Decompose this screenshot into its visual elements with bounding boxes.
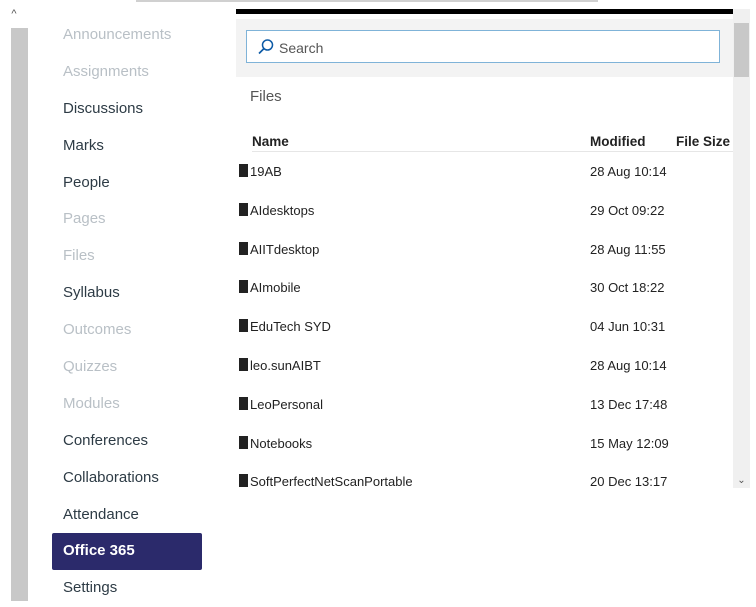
folder-icon	[239, 241, 248, 255]
nav-item-discussions[interactable]: Discussions	[52, 91, 202, 128]
nav-item-pages: Pages	[63, 210, 106, 228]
file-modified: 28 Aug 11:55	[590, 241, 666, 257]
nav-item-people[interactable]: People	[52, 165, 202, 202]
folder-icon	[239, 164, 248, 177]
file-modified: 04 Jun 10:31	[590, 319, 666, 335]
file-name[interactable]: SoftPerfectNetScanPortable	[250, 474, 413, 488]
column-header-modified[interactable]: Modified	[590, 134, 646, 149]
nav-item-syllabus[interactable]: Syllabus	[52, 275, 202, 312]
page-scrollbar[interactable]: ^	[0, 0, 28, 601]
files-panel: Files Name Modified File Size 19AB 28 Aug…	[236, 9, 733, 488]
folder-icon	[239, 435, 248, 449]
scroll-down-icon[interactable]: ⌄	[735, 475, 748, 487]
course-navigation: Announcements Assignments Discussions Marks…	[52, 17, 202, 607]
file-row[interactable]: AIdesktops 29 Oct 09:22	[236, 193, 733, 232]
nav-item-attendance[interactable]: Attendance	[52, 497, 202, 534]
folder-icon	[239, 357, 248, 371]
nav-item-conferences[interactable]: Conferences	[52, 423, 202, 460]
files-list: 19AB 28 Aug 10:14 AIdesktops 29 Oct 09:22 AI…	[236, 154, 733, 488]
file-modified: 28 Aug 10:14	[590, 164, 667, 179]
file-row[interactable]: EduTech SYD 04 Jun 10:31	[236, 309, 733, 348]
search-icon	[258, 39, 274, 55]
file-row[interactable]: LeoPersonal 13 Dec 17:48	[236, 387, 733, 426]
nav-item-quizzes: Quizzes	[63, 358, 118, 376]
file-name[interactable]: Notebooks	[250, 436, 312, 451]
file-name[interactable]: AIITdesktop	[250, 242, 319, 257]
nav-item-outcomes: Outcomes	[63, 321, 132, 339]
file-row[interactable]: AIITdesktop 28 Aug 11:55	[236, 232, 733, 271]
search-bar-area	[236, 19, 733, 77]
file-row[interactable]: Notebooks 15 May 12:09	[236, 426, 733, 465]
file-row[interactable]: SoftPerfectNetScanPortable 20 Dec 13:17	[236, 464, 733, 488]
scroll-up-icon[interactable]: ^	[8, 8, 20, 20]
files-scrollbar[interactable]: ⌄	[733, 9, 750, 488]
file-name[interactable]: AImobile	[250, 280, 301, 295]
file-name[interactable]: AIdesktops	[250, 203, 314, 218]
file-name[interactable]: leo.sunAIBT	[250, 358, 321, 373]
nav-item-files: Files	[63, 247, 95, 265]
top-divider	[136, 0, 598, 2]
file-name[interactable]: EduTech SYD	[250, 319, 331, 334]
file-row[interactable]: leo.sunAIBT 28 Aug 10:14	[236, 348, 733, 387]
search-input[interactable]	[277, 31, 711, 64]
header-divider	[252, 151, 733, 152]
nav-item-announcements: Announcements	[63, 26, 172, 43]
column-header-name[interactable]: Name	[252, 134, 289, 149]
page-scrollbar-thumb[interactable]	[11, 28, 28, 601]
file-name[interactable]: LeoPersonal	[250, 397, 323, 412]
folder-icon	[239, 202, 248, 216]
search-box[interactable]	[246, 30, 720, 64]
nav-item-marks[interactable]: Marks	[52, 128, 202, 165]
file-modified: 28 Aug 10:14	[590, 357, 667, 373]
file-name[interactable]: 19AB	[250, 164, 282, 179]
files-scrollbar-thumb[interactable]	[734, 23, 749, 77]
nav-item-modules: Modules	[63, 394, 120, 412]
nav-item-settings[interactable]: Settings	[52, 570, 202, 607]
nav-item-office-365[interactable]: Office 365	[52, 533, 202, 571]
files-table-header: Name Modified File Size	[252, 132, 733, 152]
file-row[interactable]: AImobile 30 Oct 18:22	[236, 270, 733, 309]
nav-item-assignments: Assignments	[63, 62, 149, 80]
file-modified: 29 Oct 09:22	[590, 202, 665, 218]
file-modified: 13 Dec 17:48	[590, 396, 668, 412]
folder-icon	[239, 319, 248, 333]
nav-item-collaborations[interactable]: Collaborations	[52, 460, 202, 497]
column-header-file-size[interactable]: File Size	[676, 134, 730, 149]
file-modified: 20 Dec 13:17	[590, 474, 668, 488]
file-modified: 15 May 12:09	[590, 435, 669, 451]
folder-icon	[239, 396, 248, 410]
files-title: Files	[250, 88, 282, 105]
file-modified: 30 Oct 18:22	[590, 280, 665, 296]
folder-icon	[239, 474, 248, 488]
folder-icon	[239, 280, 248, 294]
file-row[interactable]: 19AB 28 Aug 10:14	[236, 154, 733, 193]
